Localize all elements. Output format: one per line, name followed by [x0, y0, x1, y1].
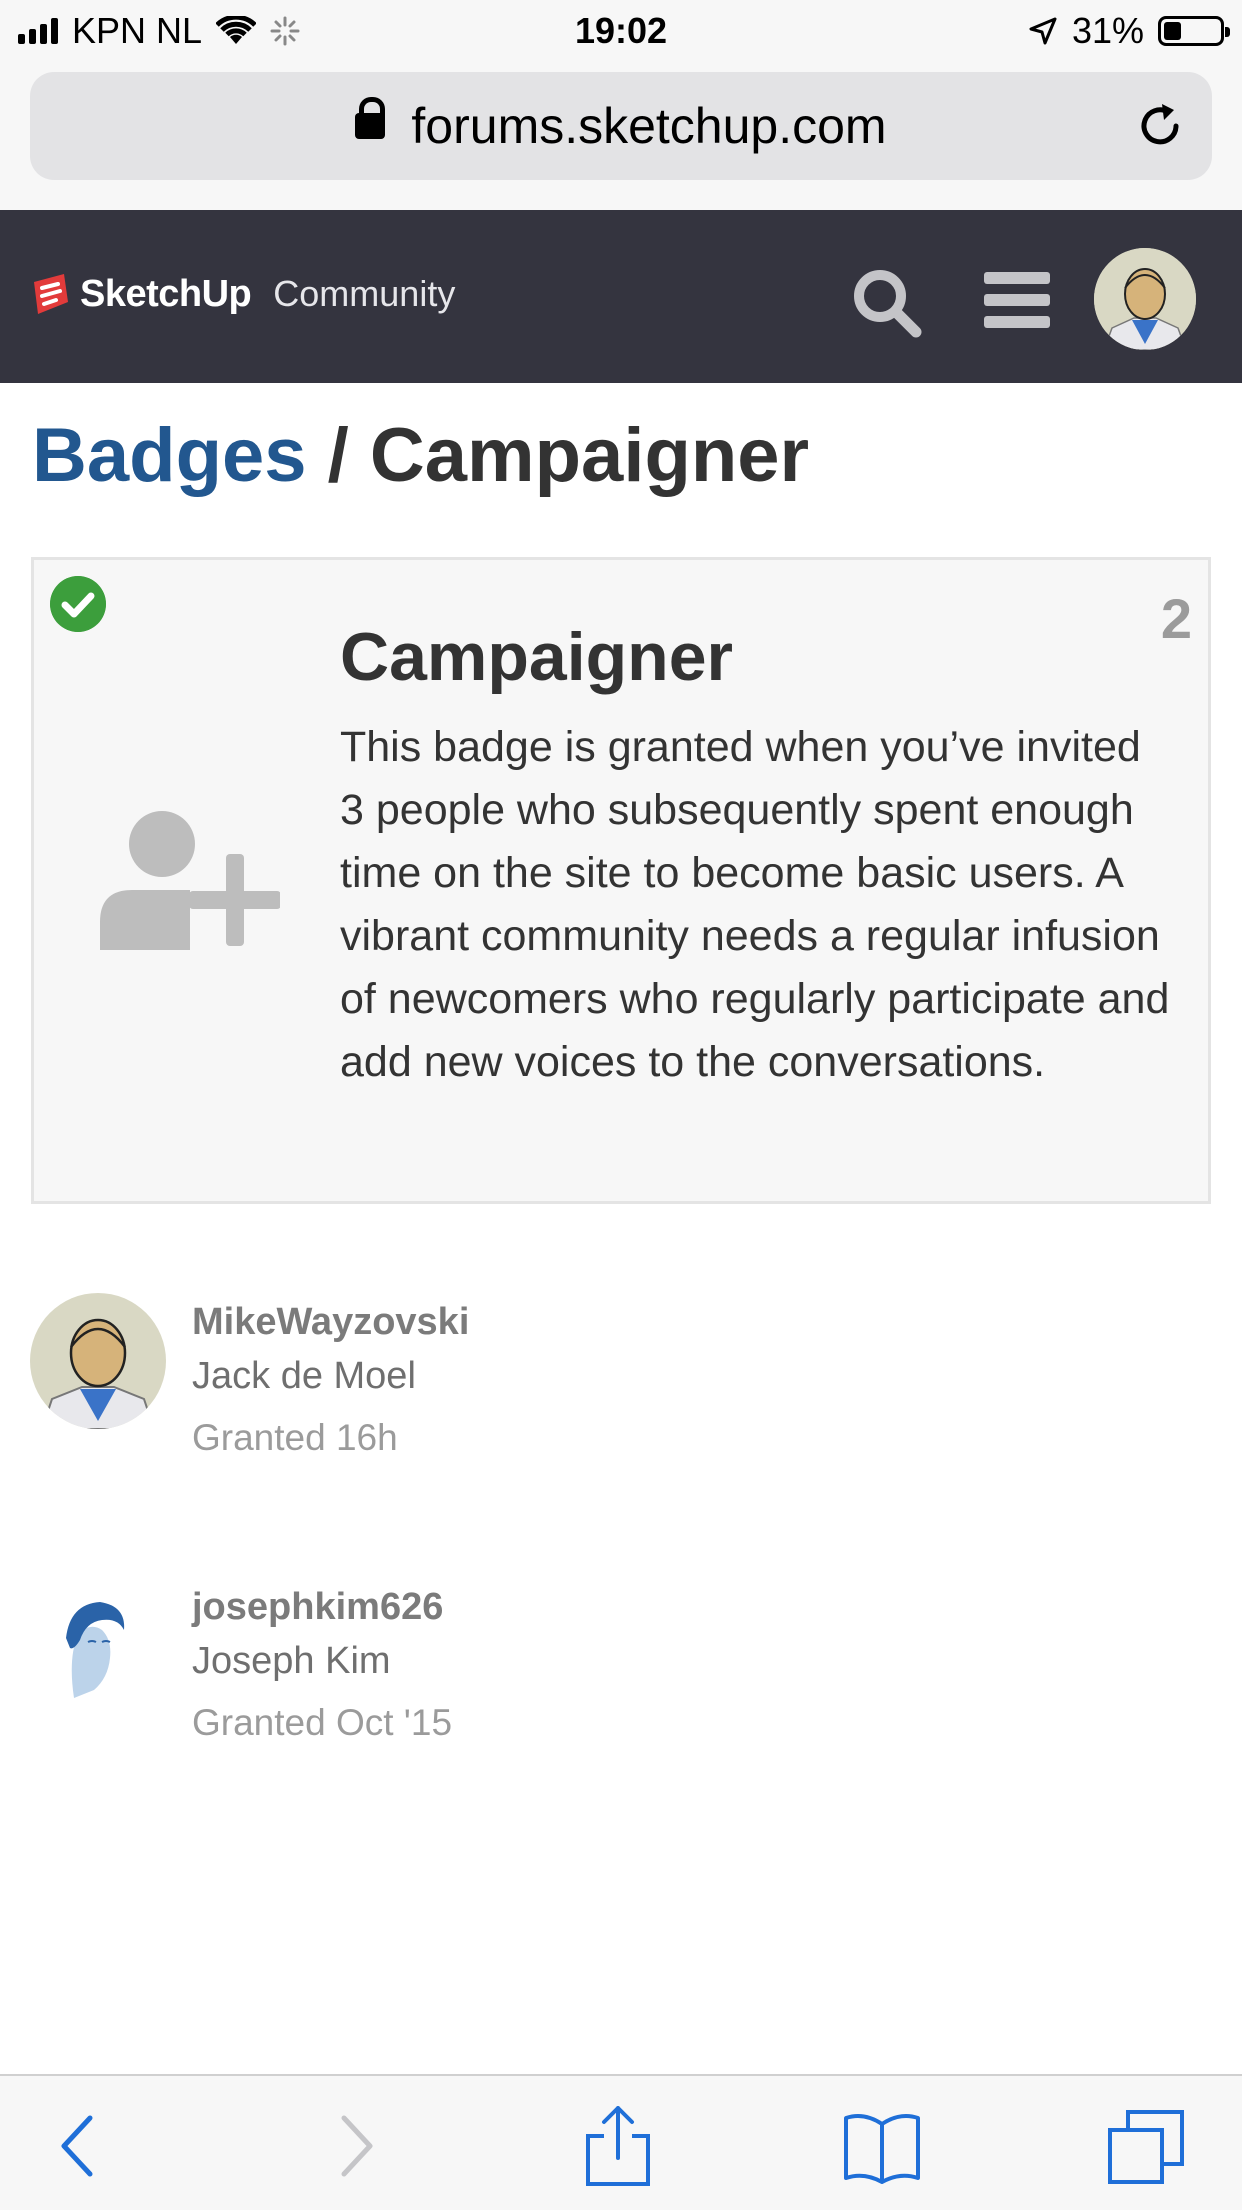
battery-icon [1158, 16, 1230, 46]
address-bar[interactable]: forums.sketchup.com [30, 72, 1212, 180]
page-title: Badges / Campaigner [32, 412, 809, 499]
grantee-granted-date: Granted Oct '15 [192, 1702, 453, 1743]
forward-icon[interactable] [314, 2106, 394, 2186]
sketchup-logo[interactable]: SketchUp Community [30, 272, 455, 316]
grantee-avatar[interactable] [30, 1293, 166, 1429]
avatar-illustration [30, 1293, 166, 1429]
browser-url-area: forums.sketchup.com [0, 62, 1242, 210]
search-icon[interactable] [848, 264, 928, 344]
browser-toolbar [0, 2074, 1242, 2210]
bookmarks-icon[interactable] [842, 2106, 922, 2186]
share-icon[interactable] [578, 2106, 658, 2186]
hamburger-menu-icon[interactable] [984, 272, 1050, 328]
battery-level [1164, 22, 1181, 40]
tabs-icon[interactable] [1106, 2106, 1186, 2186]
logo-subtitle: Community [273, 273, 456, 314]
breadcrumb-badges-link[interactable]: Badges [32, 413, 307, 498]
status-bar: KPN NL 19:02 31% [0, 0, 1242, 62]
logo-text: SketchUp [80, 272, 252, 315]
reload-icon[interactable] [1134, 100, 1186, 152]
grantee-item: MikeWayzovski Jack de Moel Granted 16h [30, 1293, 1210, 1483]
avatar-illustration [30, 1578, 166, 1714]
lock-icon [355, 97, 386, 149]
badge-description: This badge is granted when you’ve invite… [340, 723, 1170, 1086]
grantee-fullname: Jack de Moel [192, 1355, 416, 1397]
user-plus-icon [100, 811, 280, 950]
grantee-item: josephkim626 Joseph Kim Granted Oct '15 [30, 1578, 1210, 1768]
breadcrumb-current: Campaigner [369, 413, 810, 498]
check-circle-icon [50, 576, 106, 632]
sketchup-logo-icon [34, 274, 68, 314]
status-right: 31% [1028, 10, 1230, 52]
site-header: SketchUp Community [0, 210, 1242, 383]
avatar-illustration [1094, 248, 1196, 350]
url-text: forums.sketchup.com [411, 98, 887, 154]
back-icon[interactable] [40, 2106, 120, 2186]
badge-name: Campaigner [340, 619, 733, 695]
grantee-avatar[interactable] [30, 1578, 166, 1714]
badge-card: 2 Campaigner This badge is granted when … [31, 557, 1211, 1204]
user-avatar[interactable] [1094, 248, 1196, 350]
grantee-granted-date: Granted 16h [192, 1417, 398, 1458]
location-arrow-icon [1029, 17, 1057, 45]
battery-percent: 31% [1071, 10, 1144, 51]
grantee-username[interactable]: josephkim626 [192, 1586, 443, 1629]
grantee-username[interactable]: MikeWayzovski [192, 1301, 469, 1344]
grantee-fullname: Joseph Kim [192, 1640, 391, 1682]
badge-granted-count[interactable]: 2 [1161, 586, 1192, 651]
breadcrumb-separator: / [306, 413, 370, 498]
